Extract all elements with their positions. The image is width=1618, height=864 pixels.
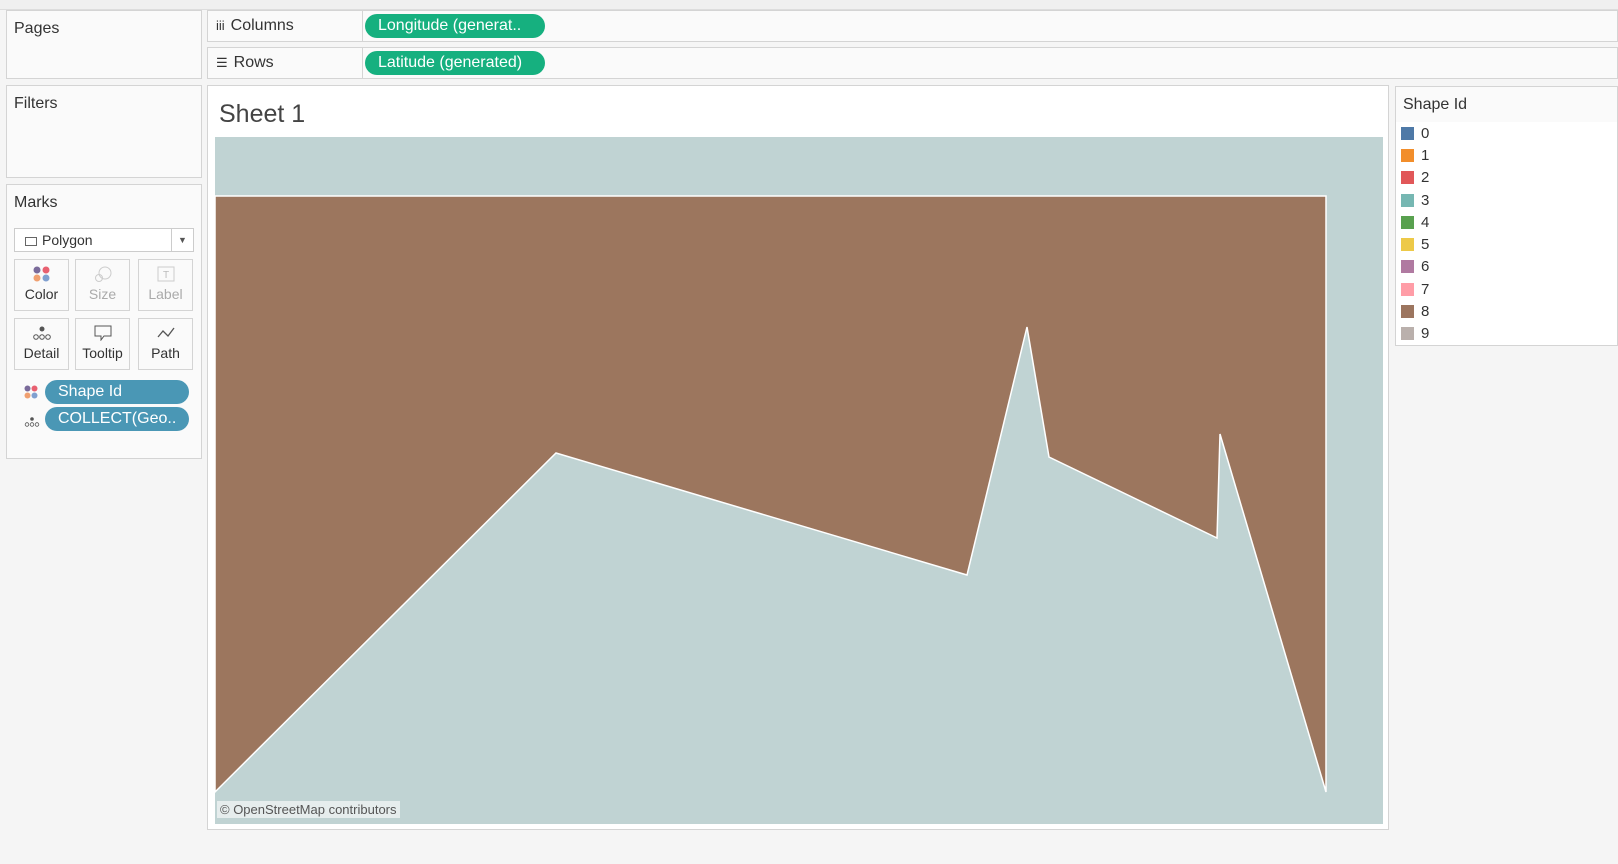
color-button[interactable]: Color xyxy=(14,259,69,311)
legend-label: 2 xyxy=(1421,169,1430,187)
color-encoding-icon xyxy=(24,385,38,404)
tooltip-label: Tooltip xyxy=(82,345,123,361)
columns-shelf-label: iii Columns xyxy=(208,11,363,41)
legend-label: 1 xyxy=(1421,146,1430,164)
detail-button[interactable]: Detail xyxy=(14,318,69,370)
legend-swatch xyxy=(1401,305,1414,319)
legend-item[interactable]: 8 xyxy=(1396,300,1617,322)
legend-label: 5 xyxy=(1421,236,1430,254)
polygon-icon xyxy=(25,236,37,246)
legend-swatch xyxy=(1401,327,1414,341)
label-icon: T xyxy=(139,260,192,286)
svg-text:T: T xyxy=(162,270,168,281)
marks-title: Marks xyxy=(14,194,58,211)
marks-card: Marks Polygon ▼ Color Size T Label Detai… xyxy=(6,184,202,459)
legend-item[interactable]: 9 xyxy=(1396,323,1617,345)
map-view[interactable] xyxy=(215,137,1383,824)
mark-type-label: Polygon xyxy=(42,232,93,248)
color-label: Color xyxy=(24,286,59,302)
legend-swatch xyxy=(1401,193,1414,207)
rows-icon: ☰ xyxy=(216,55,228,70)
rows-label-text: Rows xyxy=(233,54,274,71)
legend-list: 0 1 2 3 4 5 6 7 8 9 xyxy=(1396,122,1617,345)
legend-label: 6 xyxy=(1421,258,1430,276)
path-icon xyxy=(139,319,192,345)
legend-swatch xyxy=(1401,282,1414,296)
latitude-pill[interactable]: Latitude (generated) xyxy=(365,51,545,75)
rows-shelf[interactable]: ☰ Rows Latitude (generated) xyxy=(207,47,1618,79)
longitude-pill[interactable]: Longitude (generat.. xyxy=(365,14,545,38)
osm-attribution[interactable]: © OpenStreetMap contributors xyxy=(217,801,400,818)
legend-item[interactable]: 6 xyxy=(1396,256,1617,278)
pages-card[interactable]: Pages xyxy=(6,10,202,79)
legend-item[interactable]: 2 xyxy=(1396,167,1617,189)
filters-title: Filters xyxy=(14,95,58,112)
detail-encoding-icon xyxy=(24,414,40,432)
tooltip-button[interactable]: Tooltip xyxy=(75,318,130,370)
legend-label: 9 xyxy=(1421,325,1430,343)
legend-item[interactable]: 5 xyxy=(1396,233,1617,255)
columns-icon: iii xyxy=(216,18,225,33)
pages-title: Pages xyxy=(14,20,60,37)
chevron-down-icon: ▼ xyxy=(171,229,193,251)
sheet-title: Sheet 1 xyxy=(219,100,306,128)
path-button[interactable]: Path xyxy=(138,318,193,370)
legend-swatch xyxy=(1401,126,1414,140)
tooltip-icon xyxy=(76,319,129,345)
shape-id-pill[interactable]: Shape Id xyxy=(45,380,189,404)
legend-swatch xyxy=(1401,215,1414,229)
legend-label: 3 xyxy=(1421,191,1430,209)
color-icon xyxy=(15,260,68,286)
label-button[interactable]: T Label xyxy=(138,259,193,311)
legend-item[interactable]: 7 xyxy=(1396,278,1617,300)
rows-shelf-label: ☰ Rows xyxy=(208,48,363,78)
legend-item[interactable]: 0 xyxy=(1396,122,1617,144)
legend-item[interactable]: 3 xyxy=(1396,189,1617,211)
legend-label: 4 xyxy=(1421,213,1430,231)
legend-item[interactable]: 4 xyxy=(1396,211,1617,233)
sheet-view: Sheet 1 © OpenStreetMap contributors xyxy=(207,85,1389,830)
legend-label: 8 xyxy=(1421,303,1430,321)
size-label: Size xyxy=(88,286,117,302)
top-toolbar-strip xyxy=(0,0,1618,10)
mark-type-dropdown[interactable]: Polygon ▼ xyxy=(14,228,194,252)
legend-swatch xyxy=(1401,171,1414,185)
columns-shelf[interactable]: iii Columns Longitude (generat.. xyxy=(207,10,1618,42)
legend-swatch xyxy=(1401,238,1414,252)
label-label: Label xyxy=(148,286,183,302)
size-button[interactable]: Size xyxy=(75,259,130,311)
legend-label: 0 xyxy=(1421,124,1430,142)
legend-item[interactable]: 1 xyxy=(1396,144,1617,166)
size-icon xyxy=(76,260,129,286)
shape-id-legend: Shape Id 0 1 2 3 4 5 6 7 8 9 xyxy=(1395,86,1618,346)
legend-swatch xyxy=(1401,148,1414,162)
detail-label: Detail xyxy=(23,345,60,361)
detail-icon xyxy=(15,319,68,345)
columns-label-text: Columns xyxy=(230,17,294,34)
path-label: Path xyxy=(151,345,180,361)
collect-geometry-pill[interactable]: COLLECT(Geo.. xyxy=(45,407,189,431)
legend-label: 7 xyxy=(1421,280,1430,298)
filters-card[interactable]: Filters xyxy=(6,85,202,178)
legend-title: Shape Id xyxy=(1396,87,1617,122)
legend-swatch xyxy=(1401,260,1414,274)
